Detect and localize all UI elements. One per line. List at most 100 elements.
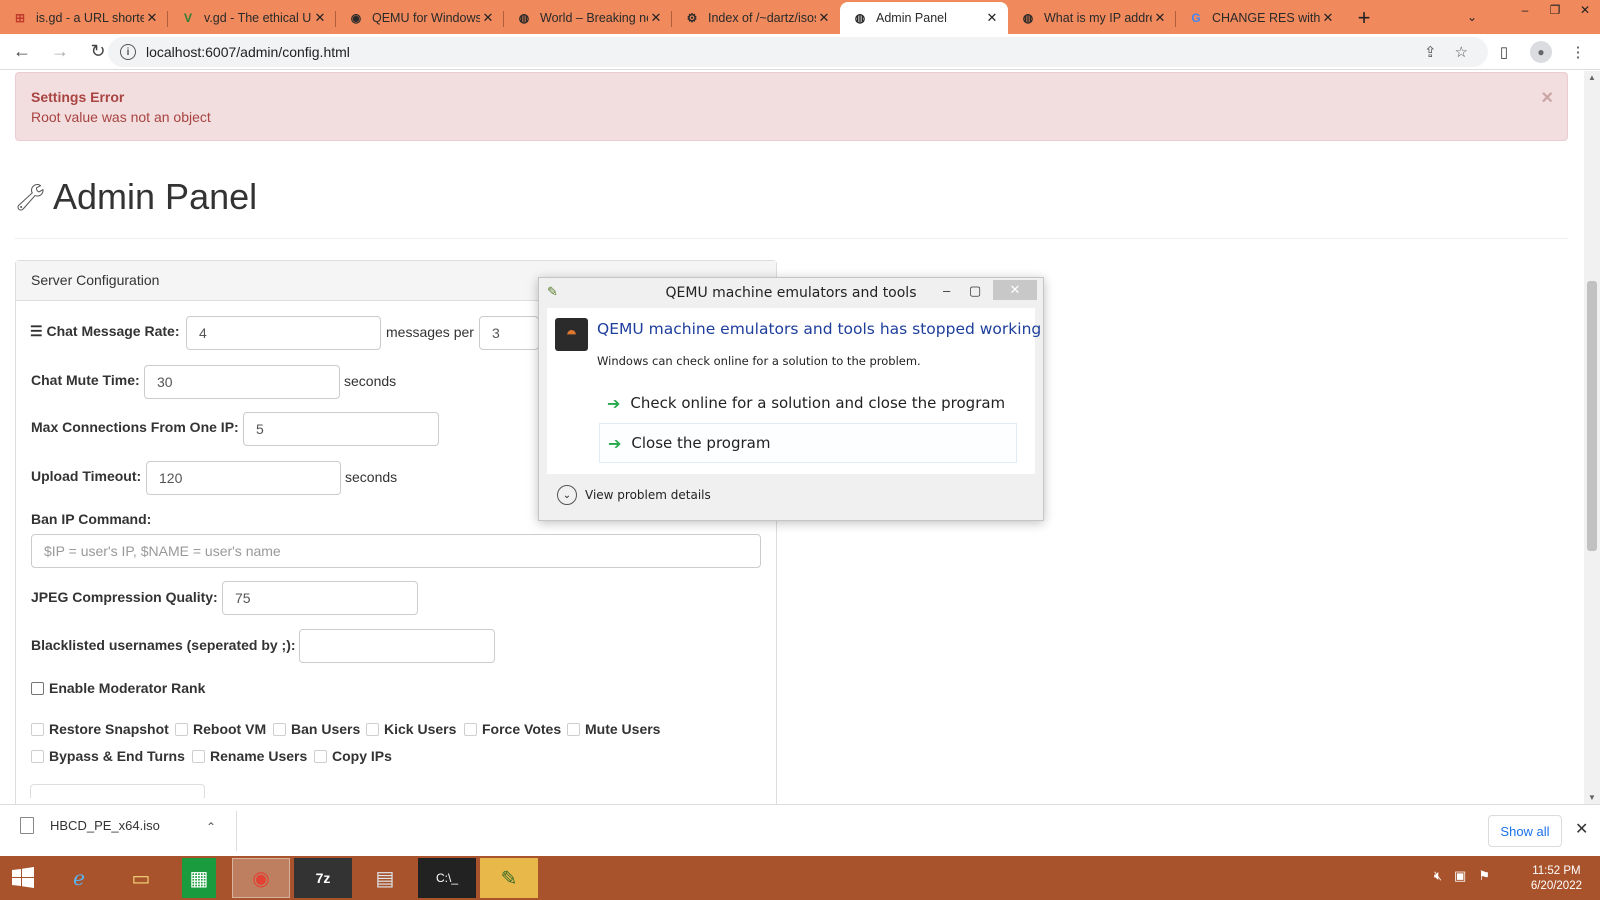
tab-world[interactable]: ◍ World – Breaking news ✕ xyxy=(504,2,672,34)
tab-vgd[interactable]: V v.gd - The ethical URL shortener ✕ xyxy=(168,2,336,34)
checkbox-box[interactable] xyxy=(464,722,477,736)
restore-icon[interactable]: ❐ xyxy=(1540,0,1570,20)
check-online-option[interactable]: ➔ Check online for a solution and close … xyxy=(599,383,1017,423)
perm-ban-users[interactable]: Ban Users xyxy=(273,721,360,737)
forward-icon[interactable]: → xyxy=(44,36,76,68)
checkbox-box[interactable] xyxy=(567,722,580,736)
perm-reboot-vm[interactable]: Reboot VM xyxy=(175,721,266,737)
store-icon[interactable]: ▦ xyxy=(182,858,216,898)
view-details-toggle[interactable]: ⌄ View problem details xyxy=(547,476,1035,514)
bookmark-star-icon[interactable]: ☆ xyxy=(1455,43,1468,61)
checkbox-box[interactable] xyxy=(31,681,44,695)
address-bar[interactable]: i localhost:6007/admin/config.html ⇪ ☆ xyxy=(108,37,1488,67)
perm-rename-users[interactable]: Rename Users xyxy=(192,748,307,764)
notepad-icon[interactable]: ▤ xyxy=(356,858,414,898)
system-clock[interactable]: 11:52 PM 6/20/2022 xyxy=(1531,864,1582,894)
tab-admin-panel[interactable]: ◍ Admin Panel ✕ xyxy=(840,2,1008,34)
new-tab-button[interactable]: + xyxy=(1348,2,1380,34)
7zip-icon[interactable]: 7z xyxy=(294,858,352,898)
checkbox-label: Rename Users xyxy=(210,748,308,764)
tab-index[interactable]: ⚙ Index of /~dartz/isos ✕ xyxy=(672,2,840,34)
max-connections-input[interactable] xyxy=(243,412,439,446)
vgd-favicon-icon: V xyxy=(183,11,192,25)
scroll-down-icon[interactable]: ▼ xyxy=(1588,793,1596,802)
chrome-icon[interactable]: ◉ xyxy=(232,858,290,898)
window-controls: – ❐ ✕ xyxy=(1510,0,1600,20)
perm-kick-users[interactable]: Kick Users xyxy=(366,721,456,737)
tab-close-icon[interactable]: ✕ xyxy=(480,10,496,26)
close-program-option[interactable]: ➔ Close the program xyxy=(599,423,1017,463)
close-window-icon[interactable]: ✕ xyxy=(1570,0,1600,20)
alert-close-icon[interactable]: × xyxy=(1541,87,1553,110)
mute-time-input[interactable] xyxy=(144,365,340,399)
moderator-rank-checkbox[interactable]: Enable Moderator Rank xyxy=(31,680,205,696)
qemu-taskbar-icon[interactable]: ✎ xyxy=(480,858,538,898)
browser-toolbar: ← → ↻ i localhost:6007/admin/config.html… xyxy=(0,34,1600,70)
network-icon[interactable]: ▣ xyxy=(1454,868,1466,884)
checkbox-box[interactable] xyxy=(31,722,44,736)
ban-command-input[interactable] xyxy=(31,534,761,568)
close-downloads-icon[interactable]: ✕ xyxy=(1575,819,1588,839)
jpeg-quality-input[interactable] xyxy=(222,581,418,615)
perm-mute-users[interactable]: Mute Users xyxy=(567,721,660,737)
checkbox-box[interactable] xyxy=(192,749,205,763)
chat-rate-seconds-input[interactable] xyxy=(479,316,539,350)
green-arrow-icon: ➔ xyxy=(607,393,621,413)
chat-rate-input[interactable] xyxy=(186,316,381,350)
tab-close-icon[interactable]: ✕ xyxy=(816,10,832,26)
side-panel-icon[interactable]: ▯ xyxy=(1492,38,1516,66)
dialog-maximize-icon[interactable]: ▢ xyxy=(969,283,981,299)
tab-search-icon[interactable]: ⌄ xyxy=(1460,6,1484,28)
start-button[interactable] xyxy=(0,856,46,900)
scroll-thumb[interactable] xyxy=(1587,281,1597,551)
tab-isgd[interactable]: ⊞ is.gd - a URL shortener ✕ xyxy=(0,2,168,34)
tab-close-icon[interactable]: ✕ xyxy=(984,10,1000,26)
tab-close-icon[interactable]: ✕ xyxy=(312,10,328,26)
perm-copy-ips[interactable]: Copy IPs xyxy=(314,748,392,764)
download-item[interactable]: HBCD_PE_x64.iso xyxy=(20,817,160,834)
tab-qemu[interactable]: ◉ QEMU for Windows ✕ xyxy=(336,2,504,34)
scroll-up-icon[interactable]: ▲ xyxy=(1588,73,1596,82)
internet-explorer-icon[interactable]: ℯ xyxy=(50,858,108,898)
checkbox-box[interactable] xyxy=(31,749,44,763)
checkbox-box[interactable] xyxy=(314,749,327,763)
minimize-icon[interactable]: – xyxy=(1510,0,1540,20)
tab-close-icon[interactable]: ✕ xyxy=(144,10,160,26)
windows-logo-icon xyxy=(12,867,34,888)
blacklist-input[interactable] xyxy=(299,629,495,663)
tab-close-icon[interactable]: ✕ xyxy=(648,10,664,26)
profile-avatar-icon[interactable]: ● xyxy=(1530,41,1552,63)
perm-force-votes[interactable]: Force Votes xyxy=(464,721,561,737)
cmd-icon[interactable]: C:\_ xyxy=(418,858,476,898)
share-icon[interactable]: ⇪ xyxy=(1424,43,1437,61)
chevron-up-icon[interactable]: ⌃ xyxy=(206,820,216,834)
checkbox-box[interactable] xyxy=(273,722,286,736)
checkbox-box[interactable] xyxy=(175,722,188,736)
action-center-icon[interactable]: ⚑ xyxy=(1478,868,1490,884)
ban-command-label: Ban IP Command: xyxy=(31,511,152,527)
alert-title: Settings Error xyxy=(31,89,125,105)
tab-change-res[interactable]: G CHANGE RES without ✕ xyxy=(1176,2,1344,34)
chevron-down-icon[interactable]: ⌄ xyxy=(557,485,577,505)
perm-bypass-end-turns[interactable]: Bypass & End Turns xyxy=(31,748,185,764)
dialog-close-icon[interactable]: ✕ xyxy=(993,280,1037,300)
tab-title: CHANGE RES without xyxy=(1212,11,1320,25)
page-scrollbar[interactable]: ▲ ▼ xyxy=(1584,71,1600,804)
qemu-logo-icon: ◓ xyxy=(555,318,588,351)
menu-kebab-icon[interactable]: ⋮ xyxy=(1566,38,1590,66)
option-label: Check online for a solution and close th… xyxy=(630,394,1006,412)
clock-date: 6/20/2022 xyxy=(1530,880,1582,892)
tab-whats-my-ip[interactable]: ◍ What is my IP address ✕ xyxy=(1008,2,1176,34)
tab-close-icon[interactable]: ✕ xyxy=(1152,10,1168,26)
dialog-minimize-icon[interactable]: – xyxy=(943,283,950,298)
perm-restore-snapshot[interactable]: Restore Snapshot xyxy=(31,721,169,737)
back-icon[interactable]: ← xyxy=(6,36,38,68)
site-info-icon[interactable]: i xyxy=(120,44,136,60)
upload-timeout-input[interactable] xyxy=(146,461,341,495)
checkbox-box[interactable] xyxy=(366,722,379,736)
volume-muted-icon[interactable]: 🔇︎ xyxy=(1434,868,1442,884)
show-all-button[interactable]: Show all xyxy=(1488,815,1562,847)
tab-close-icon[interactable]: ✕ xyxy=(1320,10,1336,26)
dialog-titlebar[interactable]: ✎ QEMU machine emulators and tools – ▢ ✕ xyxy=(539,278,1043,308)
file-explorer-icon[interactable]: ▭ xyxy=(112,858,170,898)
